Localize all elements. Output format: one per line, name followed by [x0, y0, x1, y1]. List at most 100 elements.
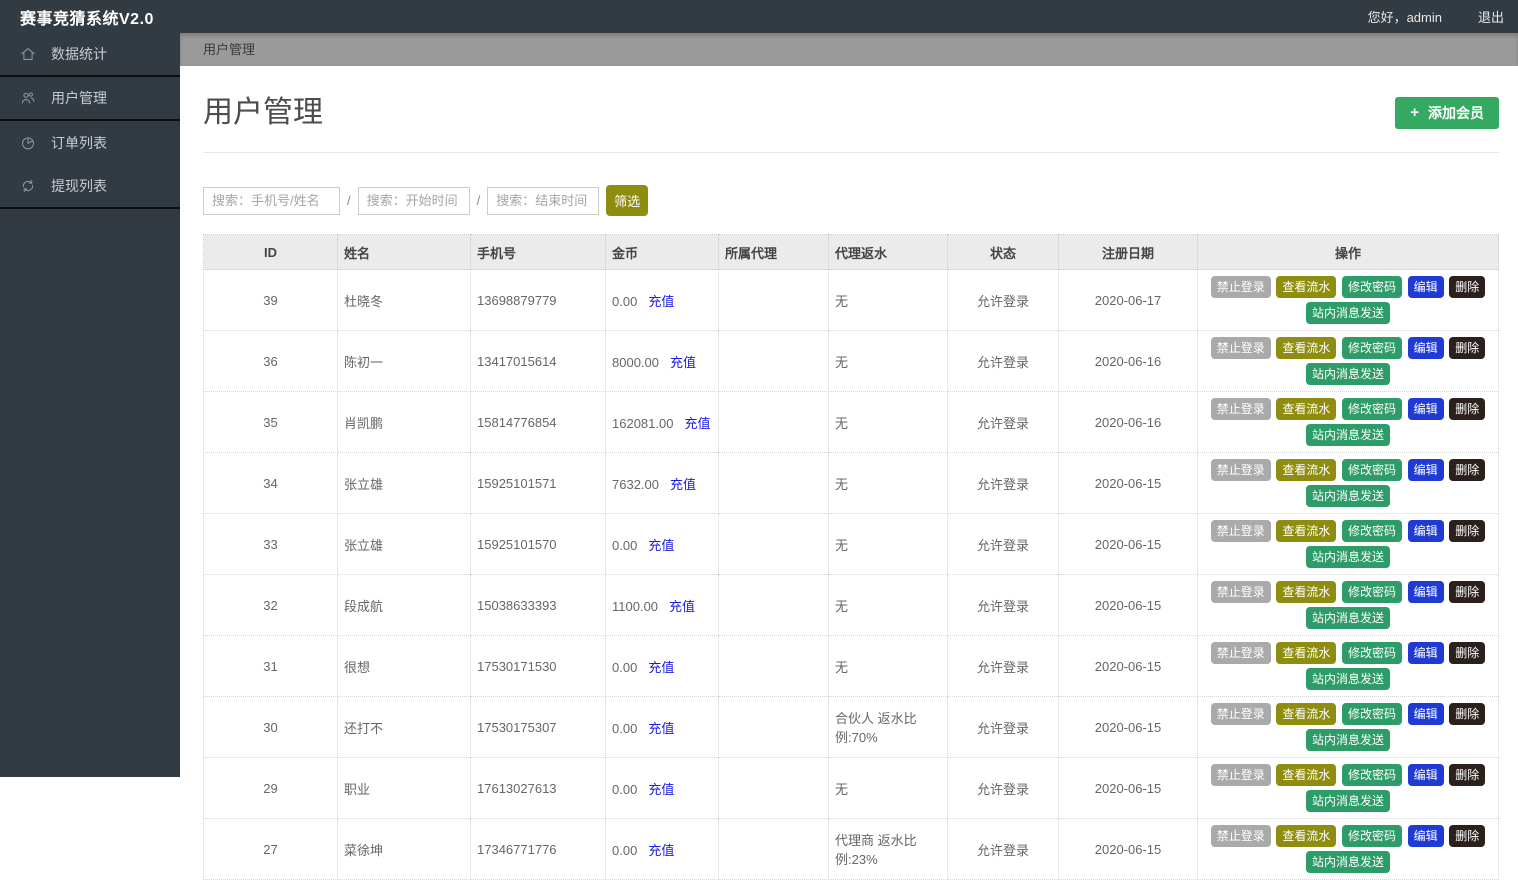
filter-button[interactable]: 筛选: [606, 185, 649, 216]
delete-button[interactable]: 删除: [1449, 398, 1486, 420]
forbid-login-button[interactable]: 禁止登录: [1210, 642, 1271, 664]
delete-button[interactable]: 删除: [1449, 642, 1486, 664]
view-flow-button[interactable]: 查看流水: [1276, 642, 1337, 664]
forbid-login-button[interactable]: 禁止登录: [1210, 337, 1271, 359]
users-table: ID 姓名 手机号 金币 所属代理 代理返水 状态 注册日期 操作 39 杜晓冬…: [203, 234, 1499, 880]
table-row: 33 张立雄 15925101570 0.00 充值 无 允许登录 2020-06…: [203, 513, 1499, 575]
user-status: 允许登录: [947, 269, 1059, 331]
view-flow-button[interactable]: 查看流水: [1276, 337, 1337, 359]
send-message-button[interactable]: 站内消息发送: [1305, 790, 1390, 812]
view-flow-button[interactable]: 查看流水: [1276, 459, 1337, 481]
delete-button[interactable]: 删除: [1449, 520, 1486, 542]
send-message-button[interactable]: 站内消息发送: [1305, 546, 1390, 568]
recharge-link[interactable]: 充值: [648, 538, 674, 553]
change-password-button[interactable]: 修改密码: [1341, 520, 1402, 542]
edit-button[interactable]: 编辑: [1407, 642, 1444, 664]
change-password-button[interactable]: 修改密码: [1341, 337, 1402, 359]
sidebar-item-orders[interactable]: 订单列表: [0, 121, 180, 165]
actions-cell: 禁止登录 查看流水 修改密码 编辑 删除 站内消息发送: [1197, 391, 1499, 453]
user-status: 允许登录: [947, 635, 1059, 697]
recharge-link[interactable]: 充值: [648, 721, 674, 736]
delete-button[interactable]: 删除: [1449, 825, 1486, 847]
forbid-login-button[interactable]: 禁止登录: [1210, 825, 1271, 847]
recharge-link[interactable]: 充值: [648, 843, 674, 858]
send-message-button[interactable]: 站内消息发送: [1305, 851, 1390, 873]
register-date: 2020-06-16: [1058, 391, 1198, 453]
send-message-button[interactable]: 站内消息发送: [1305, 424, 1390, 446]
view-flow-button[interactable]: 查看流水: [1276, 276, 1337, 298]
send-message-button[interactable]: 站内消息发送: [1305, 668, 1390, 690]
forbid-login-button[interactable]: 禁止登录: [1210, 764, 1271, 786]
recharge-link[interactable]: 充值: [670, 355, 696, 370]
delete-button[interactable]: 删除: [1449, 581, 1486, 603]
forbid-login-button[interactable]: 禁止登录: [1210, 276, 1271, 298]
edit-button[interactable]: 编辑: [1407, 581, 1444, 603]
sidebar-item-withdrawals[interactable]: 提现列表: [0, 165, 180, 209]
delete-button[interactable]: 删除: [1449, 337, 1486, 359]
actions-cell: 禁止登录 查看流水 修改密码 编辑 删除 站内消息发送: [1197, 269, 1499, 331]
coin-balance: 0.00: [612, 781, 638, 797]
send-message-button[interactable]: 站内消息发送: [1305, 607, 1390, 629]
change-password-button[interactable]: 修改密码: [1341, 825, 1402, 847]
table-row: 35 肖凯鹏 15814776854 162081.00 充值 无 允许登录 20…: [203, 391, 1499, 453]
edit-button[interactable]: 编辑: [1407, 520, 1444, 542]
recharge-link[interactable]: 充值: [648, 782, 674, 797]
forbid-login-button[interactable]: 禁止登录: [1210, 520, 1271, 542]
view-flow-button[interactable]: 查看流水: [1276, 398, 1337, 420]
edit-button[interactable]: 编辑: [1407, 703, 1444, 725]
recharge-link[interactable]: 充值: [648, 660, 674, 675]
send-message-button[interactable]: 站内消息发送: [1305, 302, 1390, 324]
send-message-button[interactable]: 站内消息发送: [1305, 729, 1390, 751]
change-password-button[interactable]: 修改密码: [1341, 581, 1402, 603]
delete-button[interactable]: 删除: [1449, 703, 1486, 725]
view-flow-button[interactable]: 查看流水: [1276, 764, 1337, 786]
change-password-button[interactable]: 修改密码: [1341, 703, 1402, 725]
change-password-button[interactable]: 修改密码: [1341, 276, 1402, 298]
forbid-login-button[interactable]: 禁止登录: [1210, 398, 1271, 420]
recharge-link[interactable]: 充值: [648, 294, 674, 309]
recharge-link[interactable]: 充值: [670, 477, 696, 492]
search-name-input[interactable]: [203, 186, 340, 215]
col-header-rebate: 代理返水: [828, 234, 948, 270]
forbid-login-button[interactable]: 禁止登录: [1210, 581, 1271, 603]
user-phone: 15925101571: [470, 452, 606, 514]
user-phone: 15814776854: [470, 391, 606, 453]
forbid-login-button[interactable]: 禁止登录: [1210, 459, 1271, 481]
logout-link[interactable]: 退出: [1478, 7, 1504, 26]
view-flow-button[interactable]: 查看流水: [1276, 520, 1337, 542]
register-date: 2020-06-15: [1058, 635, 1198, 697]
edit-button[interactable]: 编辑: [1407, 825, 1444, 847]
recharge-link[interactable]: 充值: [669, 599, 695, 614]
sidebar-item-users[interactable]: 用户管理: [0, 77, 180, 121]
delete-button[interactable]: 删除: [1449, 459, 1486, 481]
coin-balance: 0.00: [612, 537, 638, 553]
user-phone: 13698879779: [470, 269, 606, 331]
sidebar-item-statistics[interactable]: 数据统计: [0, 33, 180, 77]
recharge-link[interactable]: 充值: [684, 416, 710, 431]
send-message-button[interactable]: 站内消息发送: [1305, 485, 1390, 507]
change-password-button[interactable]: 修改密码: [1341, 459, 1402, 481]
send-message-button[interactable]: 站内消息发送: [1305, 363, 1390, 385]
delete-button[interactable]: 删除: [1449, 276, 1486, 298]
change-password-button[interactable]: 修改密码: [1341, 764, 1402, 786]
user-status: 允许登录: [947, 757, 1059, 819]
table-row: 30 还打不 17530175307 0.00 充值 合伙人 返水比例:70% 允…: [203, 696, 1499, 758]
add-member-button[interactable]: + 添加会员: [1395, 96, 1499, 129]
search-start-time-input[interactable]: [357, 186, 470, 215]
view-flow-button[interactable]: 查看流水: [1276, 825, 1337, 847]
view-flow-button[interactable]: 查看流水: [1276, 703, 1337, 725]
edit-button[interactable]: 编辑: [1407, 459, 1444, 481]
edit-button[interactable]: 编辑: [1407, 764, 1444, 786]
change-password-button[interactable]: 修改密码: [1341, 398, 1402, 420]
change-password-button[interactable]: 修改密码: [1341, 642, 1402, 664]
edit-button[interactable]: 编辑: [1407, 276, 1444, 298]
delete-button[interactable]: 删除: [1449, 764, 1486, 786]
view-flow-button[interactable]: 查看流水: [1276, 581, 1337, 603]
edit-button[interactable]: 编辑: [1407, 337, 1444, 359]
user-phone: 15038633393: [470, 574, 606, 636]
search-end-time-input[interactable]: [487, 186, 600, 215]
edit-button[interactable]: 编辑: [1407, 398, 1444, 420]
actions-cell: 禁止登录 查看流水 修改密码 编辑 删除 站内消息发送: [1197, 696, 1499, 758]
agent-rebate: 无: [828, 513, 948, 575]
forbid-login-button[interactable]: 禁止登录: [1210, 703, 1271, 725]
